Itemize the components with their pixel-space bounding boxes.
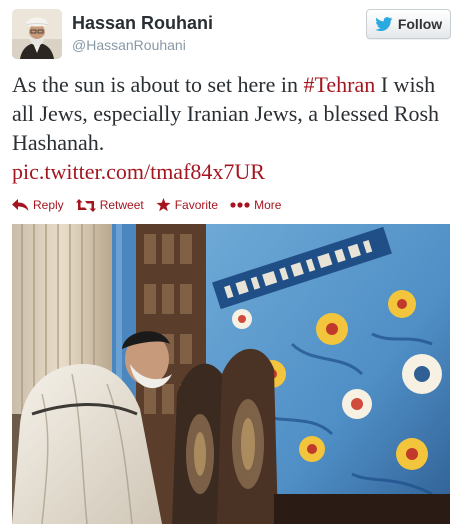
retweet-icon [75, 198, 96, 212]
user-handle[interactable]: @HassanRouhani [72, 37, 186, 53]
follow-button[interactable]: Follow [366, 9, 451, 39]
follow-label: Follow [397, 16, 443, 32]
tweet-actions: Reply Retweet Favorite More [12, 196, 281, 214]
tweet-text-part1: As the sun is about to set here in [12, 72, 304, 97]
favorite-label: Favorite [174, 198, 219, 212]
avatar[interactable] [12, 9, 62, 59]
tweet-text: As the sun is about to set here in #Tehr… [12, 70, 452, 186]
more-dots-icon [230, 202, 250, 208]
hashtag-link[interactable]: #Tehran [303, 72, 375, 97]
reply-button[interactable]: Reply [12, 198, 64, 212]
user-name[interactable]: Hassan Rouhani [72, 13, 213, 34]
reply-label: Reply [33, 198, 64, 212]
retweet-button[interactable]: Retweet [75, 198, 144, 212]
more-button[interactable]: More [230, 198, 281, 212]
photo-illustration [12, 224, 450, 524]
tweet-photo[interactable] [12, 224, 450, 524]
more-label: More [254, 198, 282, 212]
favorite-button[interactable]: Favorite [156, 198, 218, 212]
retweet-label: Retweet [99, 198, 144, 212]
bird-icon [375, 17, 393, 31]
pic-link[interactable]: pic.twitter.com/tmaf84x7UR [12, 159, 265, 184]
star-icon [156, 198, 171, 212]
reply-icon [12, 199, 29, 211]
portrait-avatar-icon [12, 9, 62, 59]
